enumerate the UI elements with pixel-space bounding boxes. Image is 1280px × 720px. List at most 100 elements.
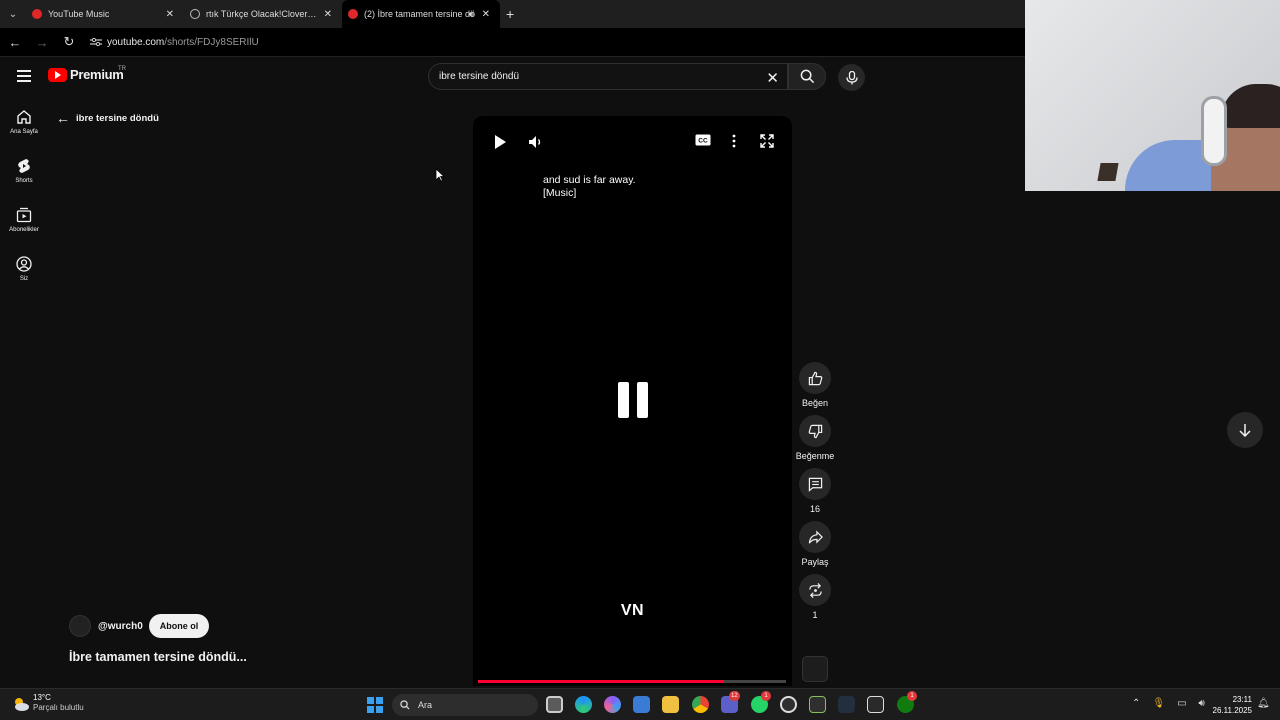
tab-cloverpit[interactable]: rtık Türkçe Olacak!CloverPit Tür ✕ [184,0,342,28]
back-button[interactable]: ← [3,30,27,54]
clear-search-icon[interactable]: ✕ [766,69,779,87]
xbox-badge: 1 [907,691,917,701]
thumbs-down-icon [808,424,822,438]
play-button[interactable] [493,134,507,150]
forward-button[interactable]: → [30,30,54,54]
whatsapp-badge: 1 [761,691,771,701]
volume-icon [529,136,541,148]
tab-close-icon[interactable]: ✕ [166,9,174,20]
steam-icon[interactable] [780,696,797,713]
youtube-header: Premium TR ✕ [0,57,1025,97]
like-button[interactable] [799,362,831,394]
address-bar: ← → ↻ youtube.com/shorts/FDJy8SERIlU [0,28,1025,57]
nvidia-icon[interactable] [809,696,826,713]
more-options-button[interactable] [732,134,736,148]
microphone-icon[interactable]: 🎙︎ [1152,698,1165,709]
subscribe-button[interactable]: Abone ol [148,614,210,638]
logo-text: Premium [70,67,124,82]
comments-action[interactable]: 16 [794,468,836,514]
task-view-icon[interactable] [546,696,563,713]
search-button[interactable] [788,63,826,90]
caption-line: and sud is far away. [543,174,636,186]
windows-taskbar: 13°C Parçalı bulutlu Ara 12 1 1 ⌃ 🎙︎ ▭ 🔊… [0,688,1280,720]
shorts-actions: Beğen Beğenme 16 Paylaş 1 [794,362,836,627]
chevron-up-icon[interactable]: ⌃ [1132,698,1140,709]
clock-date: 26.11.2025 [1212,706,1252,715]
tab-shorts[interactable]: (2) İbre tamamen tersine dö 🔊︎ ✕ [342,0,500,28]
file-explorer-icon[interactable] [662,696,679,713]
store-icon[interactable] [633,696,650,713]
tab-youtube-music[interactable]: YouTube Music ✕ [26,0,184,28]
search-input[interactable] [439,71,759,82]
youtube-premium-logo[interactable]: Premium TR [48,66,126,82]
remix-button[interactable] [799,574,831,606]
copilot-icon[interactable] [604,696,621,713]
sidebar-item-home[interactable]: Ana Sayfa [0,97,48,146]
sidebar-item-label: Abonelikler [9,226,39,233]
channel-info: @wurch0 Abone ol [69,614,210,638]
sidebar-item-shorts[interactable]: Shorts [0,146,48,195]
epic-games-icon[interactable] [867,696,884,713]
next-video-button[interactable] [1227,412,1263,448]
volume-button[interactable] [528,134,544,150]
sidebar-item-label: Siz [19,275,29,282]
chrome-icon[interactable] [692,696,709,713]
youtube-music-icon [32,9,42,19]
shorts-search-back[interactable]: ← ibre tersine döndü [56,110,159,126]
channel-name[interactable]: @wurch0 [98,621,143,632]
home-icon [17,109,31,124]
like-action[interactable]: Beğen [794,362,836,408]
amazon-icon[interactable] [838,696,855,713]
fullscreen-button[interactable] [760,134,774,148]
site-info-icon[interactable] [89,36,103,48]
webcam-headphone [1201,96,1227,166]
weather-widget[interactable]: 13°C Parçalı bulutlu [12,693,84,713]
tab-search-chevron-icon[interactable]: ⌄ [0,0,26,28]
speaker-icon[interactable]: 🔊︎ [1199,698,1205,709]
menu-icon[interactable] [17,70,31,82]
tab-close-icon[interactable]: ✕ [324,9,332,20]
reload-button[interactable]: ↻ [57,30,81,54]
remix-count: 1 [812,610,818,620]
notification-bell-icon[interactable]: 🔔︎ [1257,698,1270,709]
taskbar-search[interactable]: Ara [392,694,538,716]
share-button[interactable] [799,521,831,553]
avatar[interactable] [69,615,91,637]
shorts-player[interactable]: CC and sud is far away. [Music] VN [473,116,792,686]
tab-title: rtık Türkçe Olacak!CloverPit Tür [206,9,318,19]
webcam-chair [1097,163,1119,181]
sidebar-item-label: Ana Sayfa [10,128,38,135]
dislike-action[interactable]: Beğenme [794,415,836,461]
sidebar-item-subscriptions[interactable]: Abonelikler [0,195,48,244]
system-clock[interactable]: 23:11 26.11.2025 [1206,694,1252,716]
browser-tab-bar: ⌄ YouTube Music ✕ rtık Türkçe Olacak!Clo… [0,0,1025,28]
share-action[interactable]: Paylaş [794,521,836,567]
dislike-button[interactable] [799,415,831,447]
captions-button[interactable]: CC [695,134,711,146]
sidebar-item-label: Shorts [15,177,33,184]
left-sidebar: Ana Sayfa Shorts Abonelikler Siz [0,97,48,293]
microphone-icon [845,70,858,84]
audio-playing-icon[interactable]: 🔊︎ [468,9,474,20]
play-icon [495,135,506,149]
tab-close-icon[interactable]: ✕ [482,9,490,20]
comments-button[interactable] [799,468,831,500]
video-title[interactable]: İbre tamamen tersine döndü... [69,650,247,664]
logo-region: TR [118,66,126,72]
windows-start-icon[interactable] [367,697,383,713]
system-tray: ⌃ 🎙︎ ▭ 🔊︎ [1132,698,1205,709]
sound-channel-thumbnail[interactable] [802,656,828,682]
weather-description: Parçalı bulutlu [33,703,84,712]
edge-icon[interactable] [575,696,592,713]
remix-action[interactable]: 1 [794,574,836,620]
new-tab-button[interactable]: + [500,6,514,22]
url-field[interactable]: youtube.com/shorts/FDJy8SERIlU [107,37,259,48]
comments-count: 16 [809,504,820,514]
network-icon[interactable]: ▭ [1177,698,1186,709]
progress-bar[interactable] [478,680,786,683]
sidebar-item-you[interactable]: Siz [0,244,48,293]
comment-icon [808,477,822,492]
back-arrow-icon[interactable]: ← [56,110,70,126]
share-label: Paylaş [801,557,829,567]
voice-search-button[interactable] [838,64,865,91]
